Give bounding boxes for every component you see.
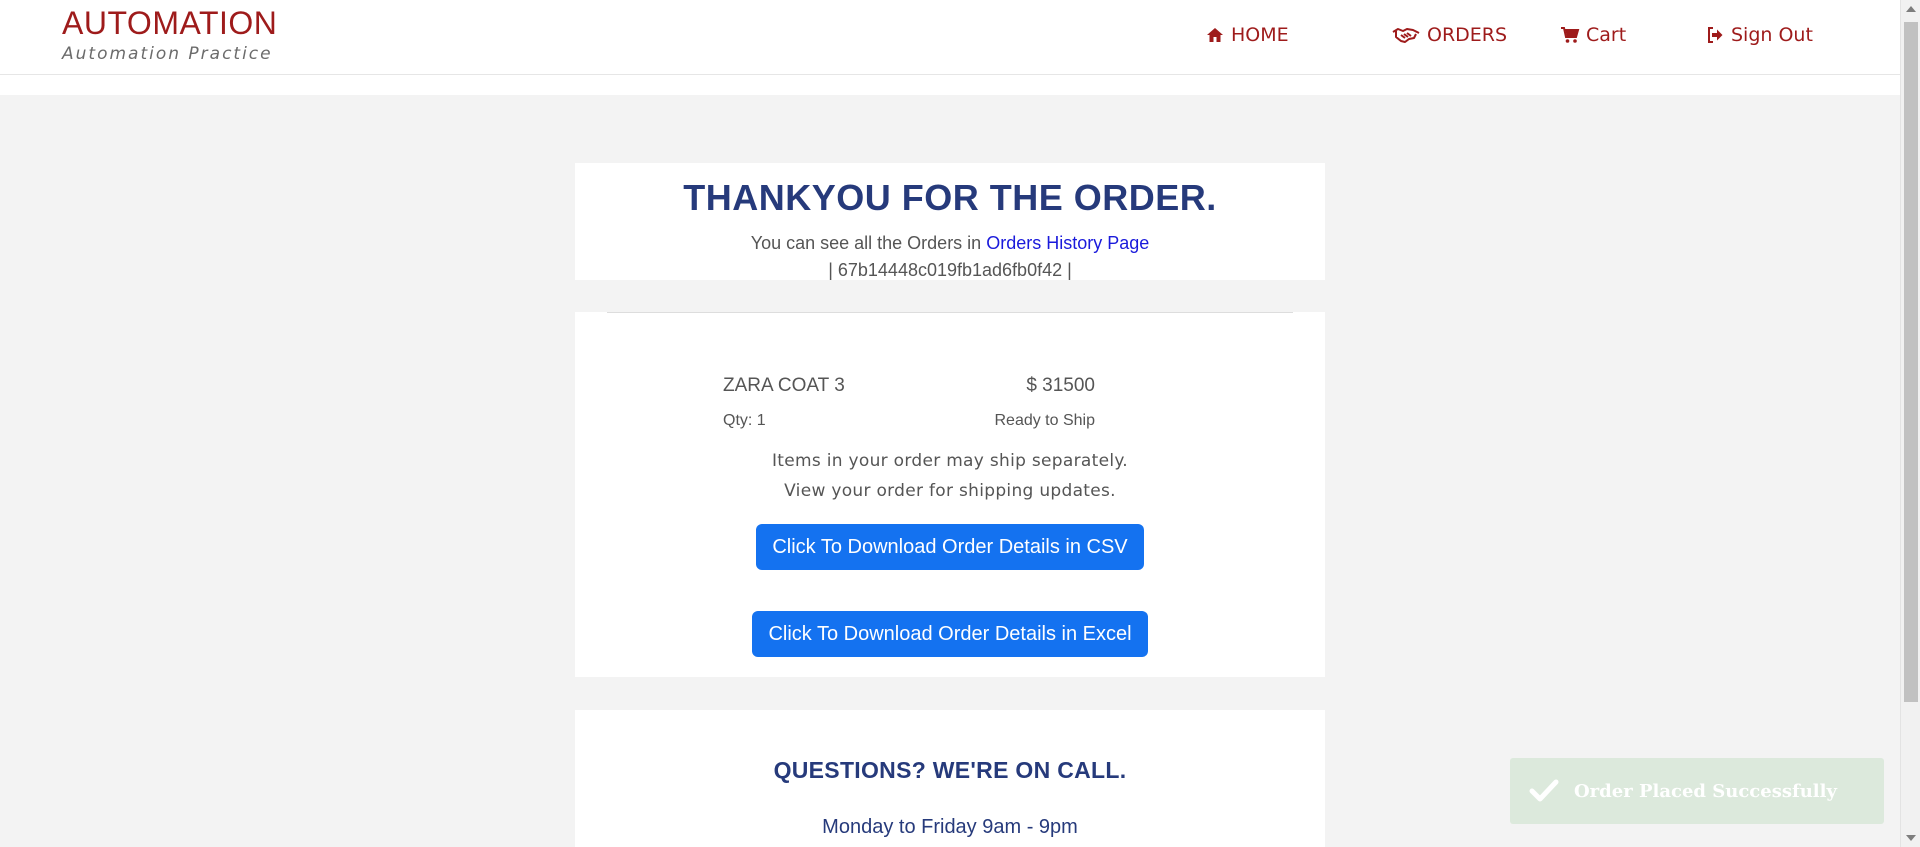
shipping-note-line2: View your order for shipping updates.: [784, 481, 1116, 501]
download-csv-button[interactable]: Click To Download Order Details in CSV: [756, 524, 1144, 570]
nav-orders-button[interactable]: ORDERS: [1391, 22, 1507, 48]
header-subbar: [0, 75, 1900, 95]
shipping-note-line1: Items in your order may ship separately.: [771, 451, 1129, 471]
toast-message: Order Placed Successfully: [1574, 780, 1837, 802]
history-prefix: You can see all the Orders in: [750, 233, 982, 253]
nav-home-label: HOME: [1231, 24, 1289, 46]
nav-cart-button[interactable]: Cart: [1560, 22, 1626, 48]
handshake-icon: [1391, 25, 1421, 45]
brand-title: AUTOMATION: [62, 5, 278, 41]
nav-signout-button[interactable]: Sign Out: [1705, 22, 1813, 48]
scroll-up-arrow-icon[interactable]: [1906, 6, 1916, 12]
divider: [607, 312, 1293, 313]
nav-home-button[interactable]: HOME: [1205, 22, 1289, 48]
cart-icon: [1560, 25, 1580, 45]
scroll-thumb[interactable]: [1904, 22, 1918, 702]
questions-title: QUESTIONS? WE'RE ON CALL.: [773, 757, 1127, 783]
support-hours: Monday to Friday 9am - 9pm: [822, 816, 1078, 838]
history-text: You can see all the Orders in Orders His…: [575, 233, 1325, 254]
download-excel-button[interactable]: Click To Download Order Details in Excel: [752, 611, 1148, 657]
scroll-down-arrow-icon[interactable]: [1906, 835, 1916, 841]
order-items-card: ZARA COAT 3 $ 31500 Qty: 1 Ready to Ship…: [575, 312, 1325, 677]
brand-logo[interactable]: AUTOMATION Automation Practice: [62, 4, 277, 64]
sign-out-icon: [1705, 25, 1725, 45]
order-id: | 67b14448c019fb1ad6fb0f42 |: [828, 260, 1072, 280]
shipping-note: Items in your order may ship separately.…: [575, 446, 1325, 506]
item-quantity: Qty: 1: [723, 412, 766, 429]
item-status: Ready to Ship: [994, 412, 1095, 429]
orders-history-link[interactable]: Orders History Page: [986, 233, 1149, 253]
page-scrollbar[interactable]: [1900, 0, 1920, 847]
item-price: $ 31500: [1026, 375, 1095, 396]
confirmation-title: THANKYOU FOR THE ORDER.: [683, 177, 1217, 218]
success-toast[interactable]: Order Placed Successfully: [1510, 758, 1884, 824]
nav-cart-label: Cart: [1586, 24, 1627, 46]
check-icon: [1528, 775, 1560, 807]
site-header: AUTOMATION Automation Practice HOME ORDE…: [0, 0, 1900, 75]
nav-orders-label: ORDERS: [1427, 24, 1508, 46]
home-icon: [1205, 25, 1225, 45]
questions-card: QUESTIONS? WE'RE ON CALL. Monday to Frid…: [575, 710, 1325, 847]
order-confirmation-card: THANKYOU FOR THE ORDER. You can see all …: [575, 163, 1325, 280]
nav-signout-label: Sign Out: [1731, 24, 1813, 46]
item-name: ZARA COAT 3: [723, 375, 845, 396]
brand-subtitle: Automation Practice: [62, 44, 273, 64]
